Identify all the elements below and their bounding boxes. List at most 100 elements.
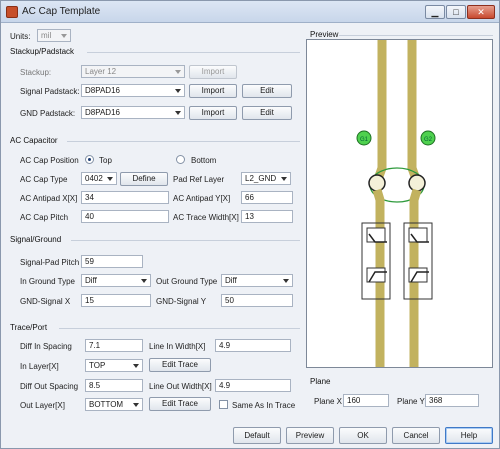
antipad-x-field[interactable]: 34	[81, 191, 169, 204]
dialog-window: AC Cap Template ▁ □ ✕ Units: mil Stackup…	[0, 0, 500, 449]
signal-padstack-label: Signal Padstack:	[20, 87, 80, 96]
same-as-in-trace-checkbox[interactable]	[219, 400, 228, 409]
stackup-import-button[interactable]: Import	[189, 65, 237, 79]
units-label: Units:	[10, 32, 31, 41]
ac-cap-type-value: 0402	[85, 174, 103, 183]
chevron-down-icon	[61, 34, 67, 38]
plane-x-field[interactable]: 160	[343, 394, 389, 407]
plane-y-label: Plane Y	[397, 397, 425, 406]
plane-x-label: Plane X	[314, 397, 343, 406]
antipad-y-label: AC Antipad Y[X]	[173, 194, 231, 203]
out-layer-label: Out Layer[X]	[20, 401, 65, 410]
signal-padstack-select[interactable]: D8PAD16	[81, 84, 185, 97]
in-edit-trace-button[interactable]: Edit Trace	[149, 358, 211, 372]
window-title: AC Cap Template	[22, 6, 101, 17]
pad-ref-layer-label: Pad Ref Layer	[173, 175, 225, 184]
ground-pad-right-label: G2	[424, 137, 433, 143]
in-layer-label: In Layer[X]	[20, 362, 59, 371]
line-in-width-field[interactable]: 4.9	[215, 339, 291, 352]
position-top-radio[interactable]	[85, 155, 94, 164]
plane-section-title: Plane	[310, 377, 331, 386]
ac-trace-width-field[interactable]: 13	[241, 210, 293, 223]
ground-pad-left-label: G1	[360, 137, 369, 143]
diff-out-spacing-label: Diff Out Spacing	[20, 382, 79, 391]
gnd-padstack-select[interactable]: D8PAD16	[81, 106, 185, 119]
signal-pad-pitch-field[interactable]: 59	[81, 255, 143, 268]
maximize-button[interactable]: □	[446, 5, 466, 19]
antipad-x-label: AC Antipad X[X]	[20, 194, 78, 203]
chevron-down-icon	[283, 279, 289, 283]
chevron-down-icon	[175, 111, 181, 115]
trace-port-section-title: Trace/Port	[10, 323, 48, 332]
stackup-select[interactable]: Layer 12	[81, 65, 185, 78]
pad-ref-layer-value: L2_GND	[245, 174, 277, 183]
ac-capacitor-section-title: AC Capacitor	[10, 136, 58, 145]
out-ground-type-value: Diff	[225, 276, 237, 285]
title-bar[interactable]: AC Cap Template ▁ □ ✕	[1, 1, 499, 23]
section-divider	[339, 35, 493, 36]
stackup-section-title: Stackup/Padstack	[10, 47, 75, 56]
ac-cap-type-select[interactable]: 0402	[81, 172, 117, 185]
gnd-signal-y-field[interactable]: 50	[221, 294, 293, 307]
chevron-down-icon	[107, 177, 113, 181]
diff-out-spacing-field[interactable]: 8.5	[85, 379, 143, 392]
position-bottom-label: Bottom	[191, 156, 217, 165]
gnd-signal-y-label: GND-Signal Y	[156, 297, 207, 306]
minimize-button[interactable]: ▁	[425, 5, 445, 19]
stackup-label: Stackup:	[20, 68, 52, 77]
position-bottom-radio[interactable]	[176, 155, 185, 164]
diff-in-spacing-label: Diff In Spacing	[20, 342, 72, 351]
line-out-width-field[interactable]: 4.9	[215, 379, 291, 392]
preview-button[interactable]: Preview	[286, 427, 334, 444]
stackup-value: Layer 12	[85, 67, 117, 76]
ac-cap-pitch-label: AC Cap Pitch	[20, 213, 69, 222]
default-button[interactable]: Default	[233, 427, 281, 444]
cancel-button[interactable]: Cancel	[392, 427, 440, 444]
in-layer-select[interactable]: TOP	[85, 359, 143, 372]
chevron-down-icon	[281, 177, 287, 181]
line-in-width-label: Line In Width[X]	[149, 342, 206, 351]
left-trace-top	[372, 40, 387, 184]
gnd-signal-x-label: GND-Signal X	[20, 297, 71, 306]
ac-cap-position-label: AC Cap Position	[20, 156, 79, 165]
left-via	[368, 174, 386, 192]
ac-cap-type-label: AC Cap Type	[20, 175, 68, 184]
close-button[interactable]: ✕	[467, 5, 495, 19]
ac-trace-width-label: AC Trace Width[X]	[173, 213, 239, 222]
define-button[interactable]: Define	[120, 172, 168, 186]
gnd-edit-button[interactable]: Edit	[242, 106, 292, 120]
chevron-down-icon	[133, 364, 139, 368]
help-button[interactable]: Help	[445, 427, 493, 444]
gnd-import-button[interactable]: Import	[189, 106, 237, 120]
plane-y-field[interactable]: 368	[425, 394, 479, 407]
out-edit-trace-button[interactable]: Edit Trace	[149, 397, 211, 411]
ac-cap-pitch-field[interactable]: 40	[81, 210, 169, 223]
out-layer-select[interactable]: BOTTOM	[85, 398, 143, 411]
signal-edit-button[interactable]: Edit	[242, 84, 292, 98]
in-ground-type-select[interactable]: Diff	[81, 274, 151, 287]
gnd-padstack-value: D8PAD16	[85, 108, 120, 117]
section-divider	[87, 52, 300, 53]
antipad-y-field[interactable]: 66	[241, 191, 293, 204]
out-ground-type-select[interactable]: Diff	[221, 274, 293, 287]
out-layer-value: BOTTOM	[89, 400, 124, 409]
preview-canvas[interactable]: G1 G2	[306, 39, 493, 368]
chevron-down-icon	[175, 89, 181, 93]
same-as-in-trace-label: Same As In Trace	[232, 401, 296, 410]
line-out-width-label: Line Out Width[X]	[149, 382, 212, 391]
section-divider	[71, 240, 300, 241]
position-top-label: Top	[99, 156, 112, 165]
pad-ref-layer-select[interactable]: L2_GND	[241, 172, 291, 185]
chevron-down-icon	[141, 279, 147, 283]
preview-drawing: G1 G2	[356, 40, 436, 367]
section-divider	[59, 328, 300, 329]
diff-in-spacing-field[interactable]: 7.1	[85, 339, 143, 352]
units-select[interactable]: mil	[37, 29, 71, 42]
gnd-signal-x-field[interactable]: 15	[81, 294, 151, 307]
signal-import-button[interactable]: Import	[189, 84, 237, 98]
section-divider	[67, 141, 300, 142]
ok-button[interactable]: OK	[339, 427, 387, 444]
signal-ground-section-title: Signal/Ground	[10, 235, 62, 244]
chevron-down-icon	[175, 70, 181, 74]
gnd-padstack-label: GND Padstack:	[20, 109, 76, 118]
